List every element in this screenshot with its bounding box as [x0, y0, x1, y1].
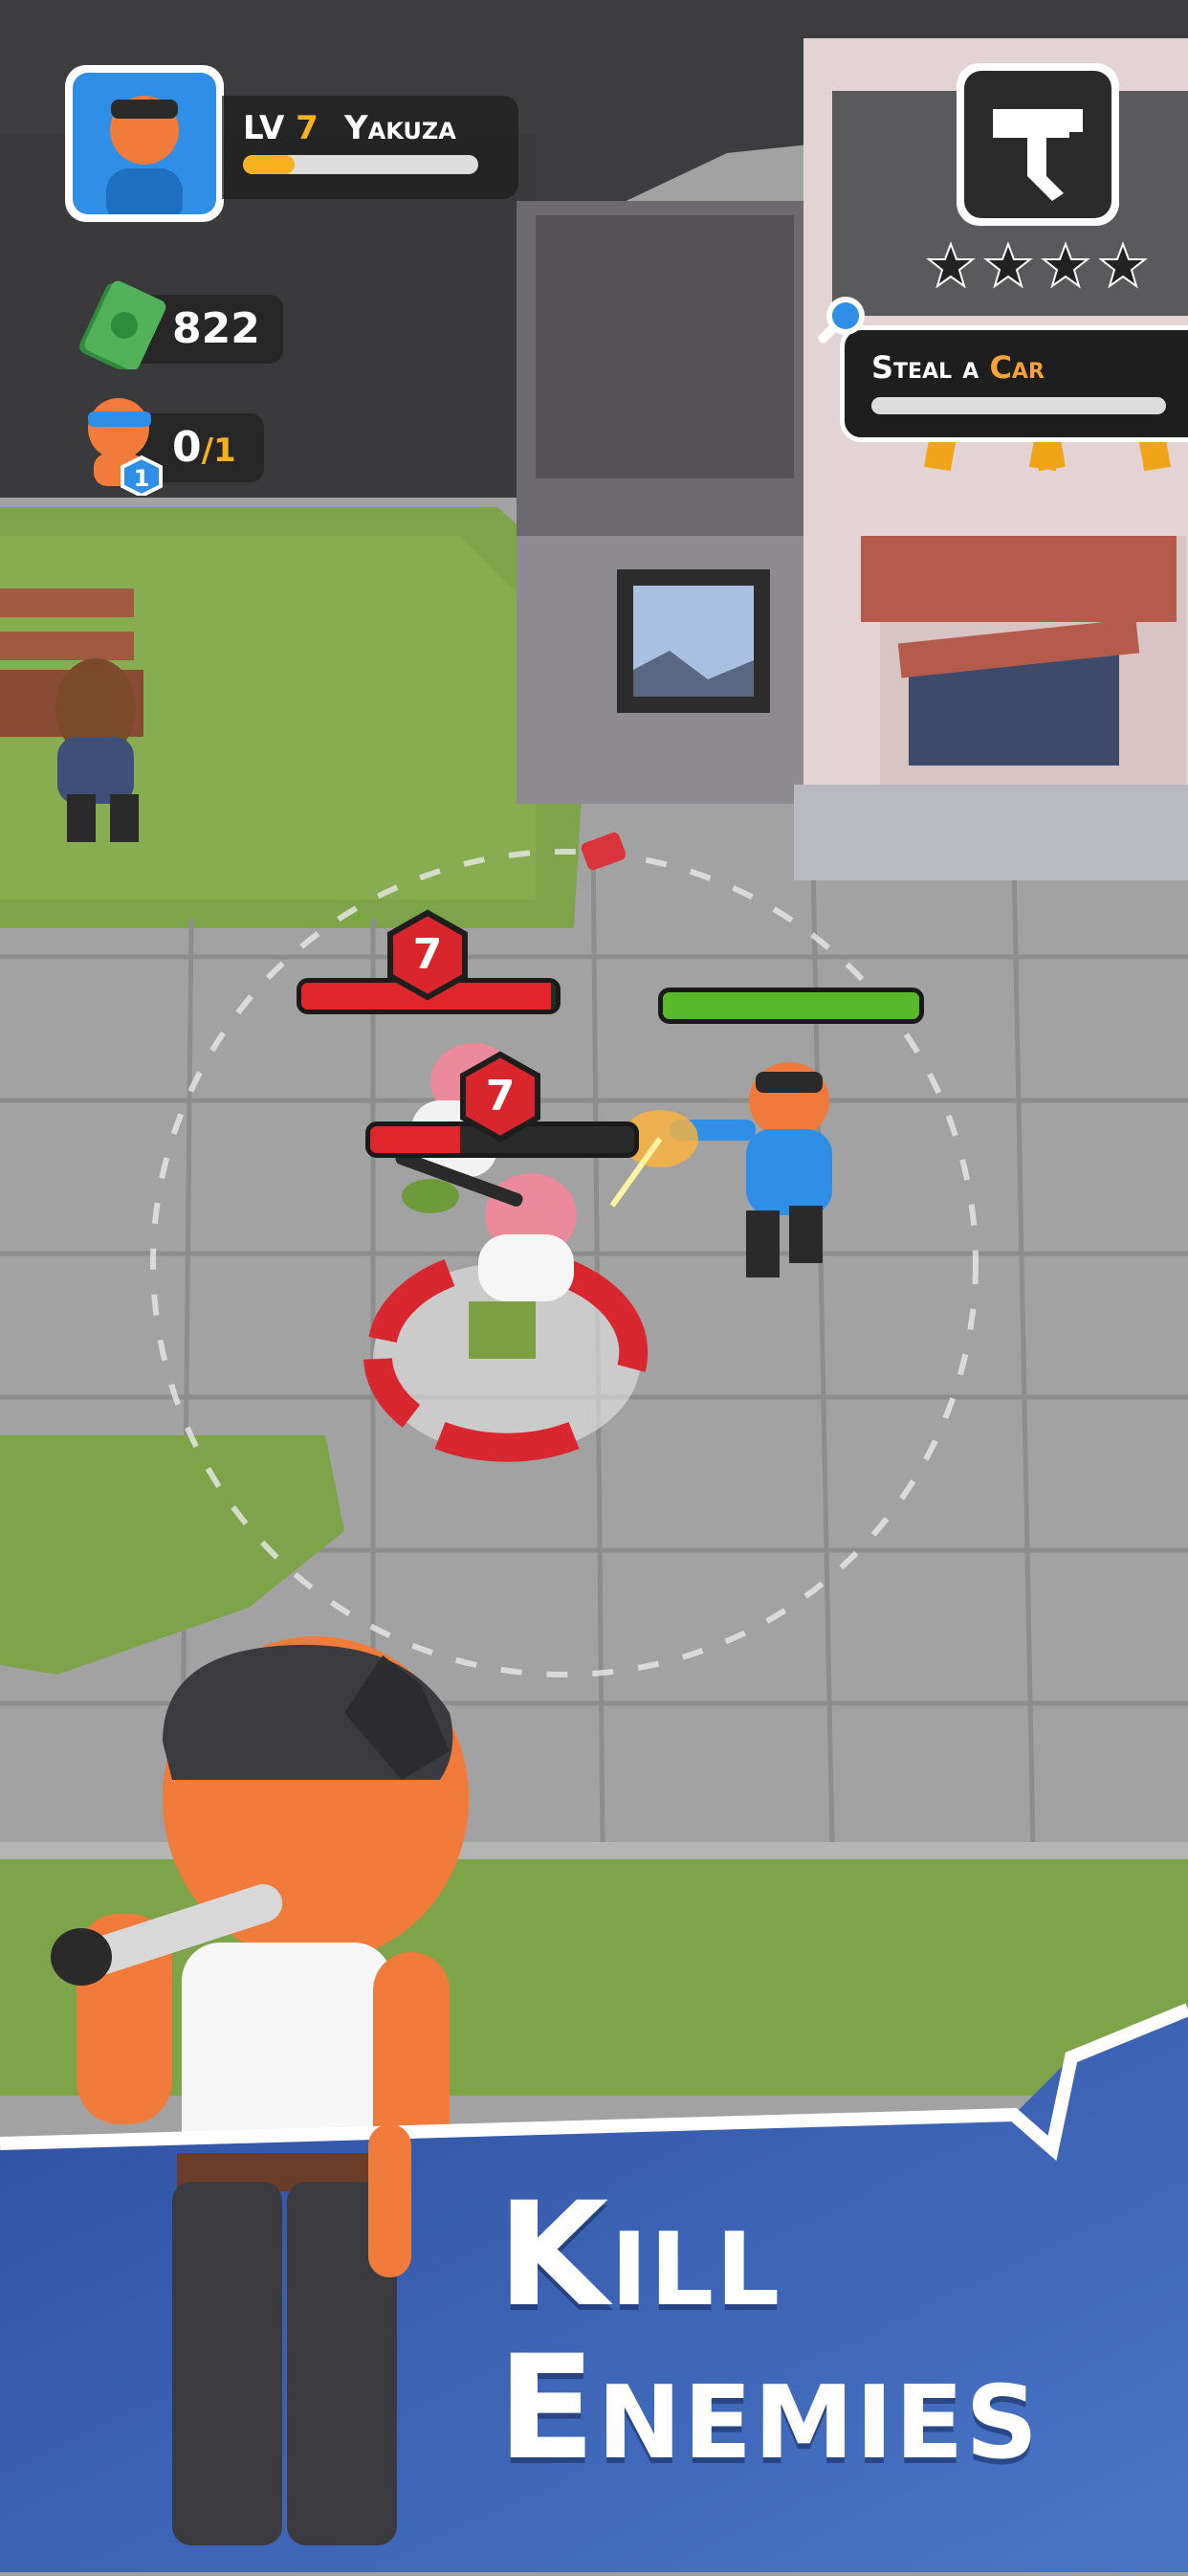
weapon-button[interactable] — [957, 63, 1119, 226]
player-avatar-button[interactable] — [65, 65, 224, 222]
enemy-level-number: 7 — [413, 930, 443, 979]
cash-amount: 822 — [172, 304, 260, 353]
kills-total: /1 — [201, 432, 236, 470]
star-icon — [926, 241, 976, 289]
enemy-level-badge: 7 — [457, 1051, 543, 1143]
uzi-icon — [993, 109, 1083, 201]
kills-badge-number: 1 — [134, 465, 150, 492]
target-enemy-icon: 1 — [75, 390, 170, 499]
level-label: LV 7 — [243, 109, 319, 147]
enemy-level-number: 7 — [486, 1072, 516, 1121]
ally-health-bar — [658, 988, 924, 1024]
star-icon — [1098, 241, 1148, 289]
player-portrait-icon — [106, 96, 183, 214]
level-prefix: LV — [243, 109, 285, 147]
xp-progress-bar — [243, 155, 478, 174]
level-number: 7 — [296, 109, 319, 147]
level-panel: LV 7 Yakuza — [222, 96, 518, 199]
promo-title-line1: Kill — [497, 2172, 782, 2339]
enemy-health-fill — [370, 1126, 460, 1153]
star-icon — [1041, 241, 1090, 289]
enemy-level-badge: 7 — [385, 909, 471, 1001]
kills-current: 0 — [172, 423, 202, 472]
xp-progress-fill — [243, 155, 296, 174]
mission-target: Car — [989, 349, 1045, 386]
promo-title-line2: Enemies — [497, 2325, 1040, 2492]
star-icon — [983, 241, 1033, 289]
player-character-legs — [167, 2124, 416, 2565]
magnifier-icon — [811, 291, 872, 352]
mission-progress-bar — [871, 397, 1166, 414]
avatar — [73, 73, 216, 214]
ally-health-fill — [663, 992, 919, 1019]
mission-title: Steal a Car — [871, 349, 1045, 386]
rank-name: Yakuza — [344, 109, 456, 147]
mission-panel[interactable]: Steal a Car — [840, 325, 1188, 442]
mission-prefix: Steal a — [871, 349, 990, 386]
cash-icon — [77, 278, 168, 373]
wanted-level-stars — [926, 241, 1155, 293]
